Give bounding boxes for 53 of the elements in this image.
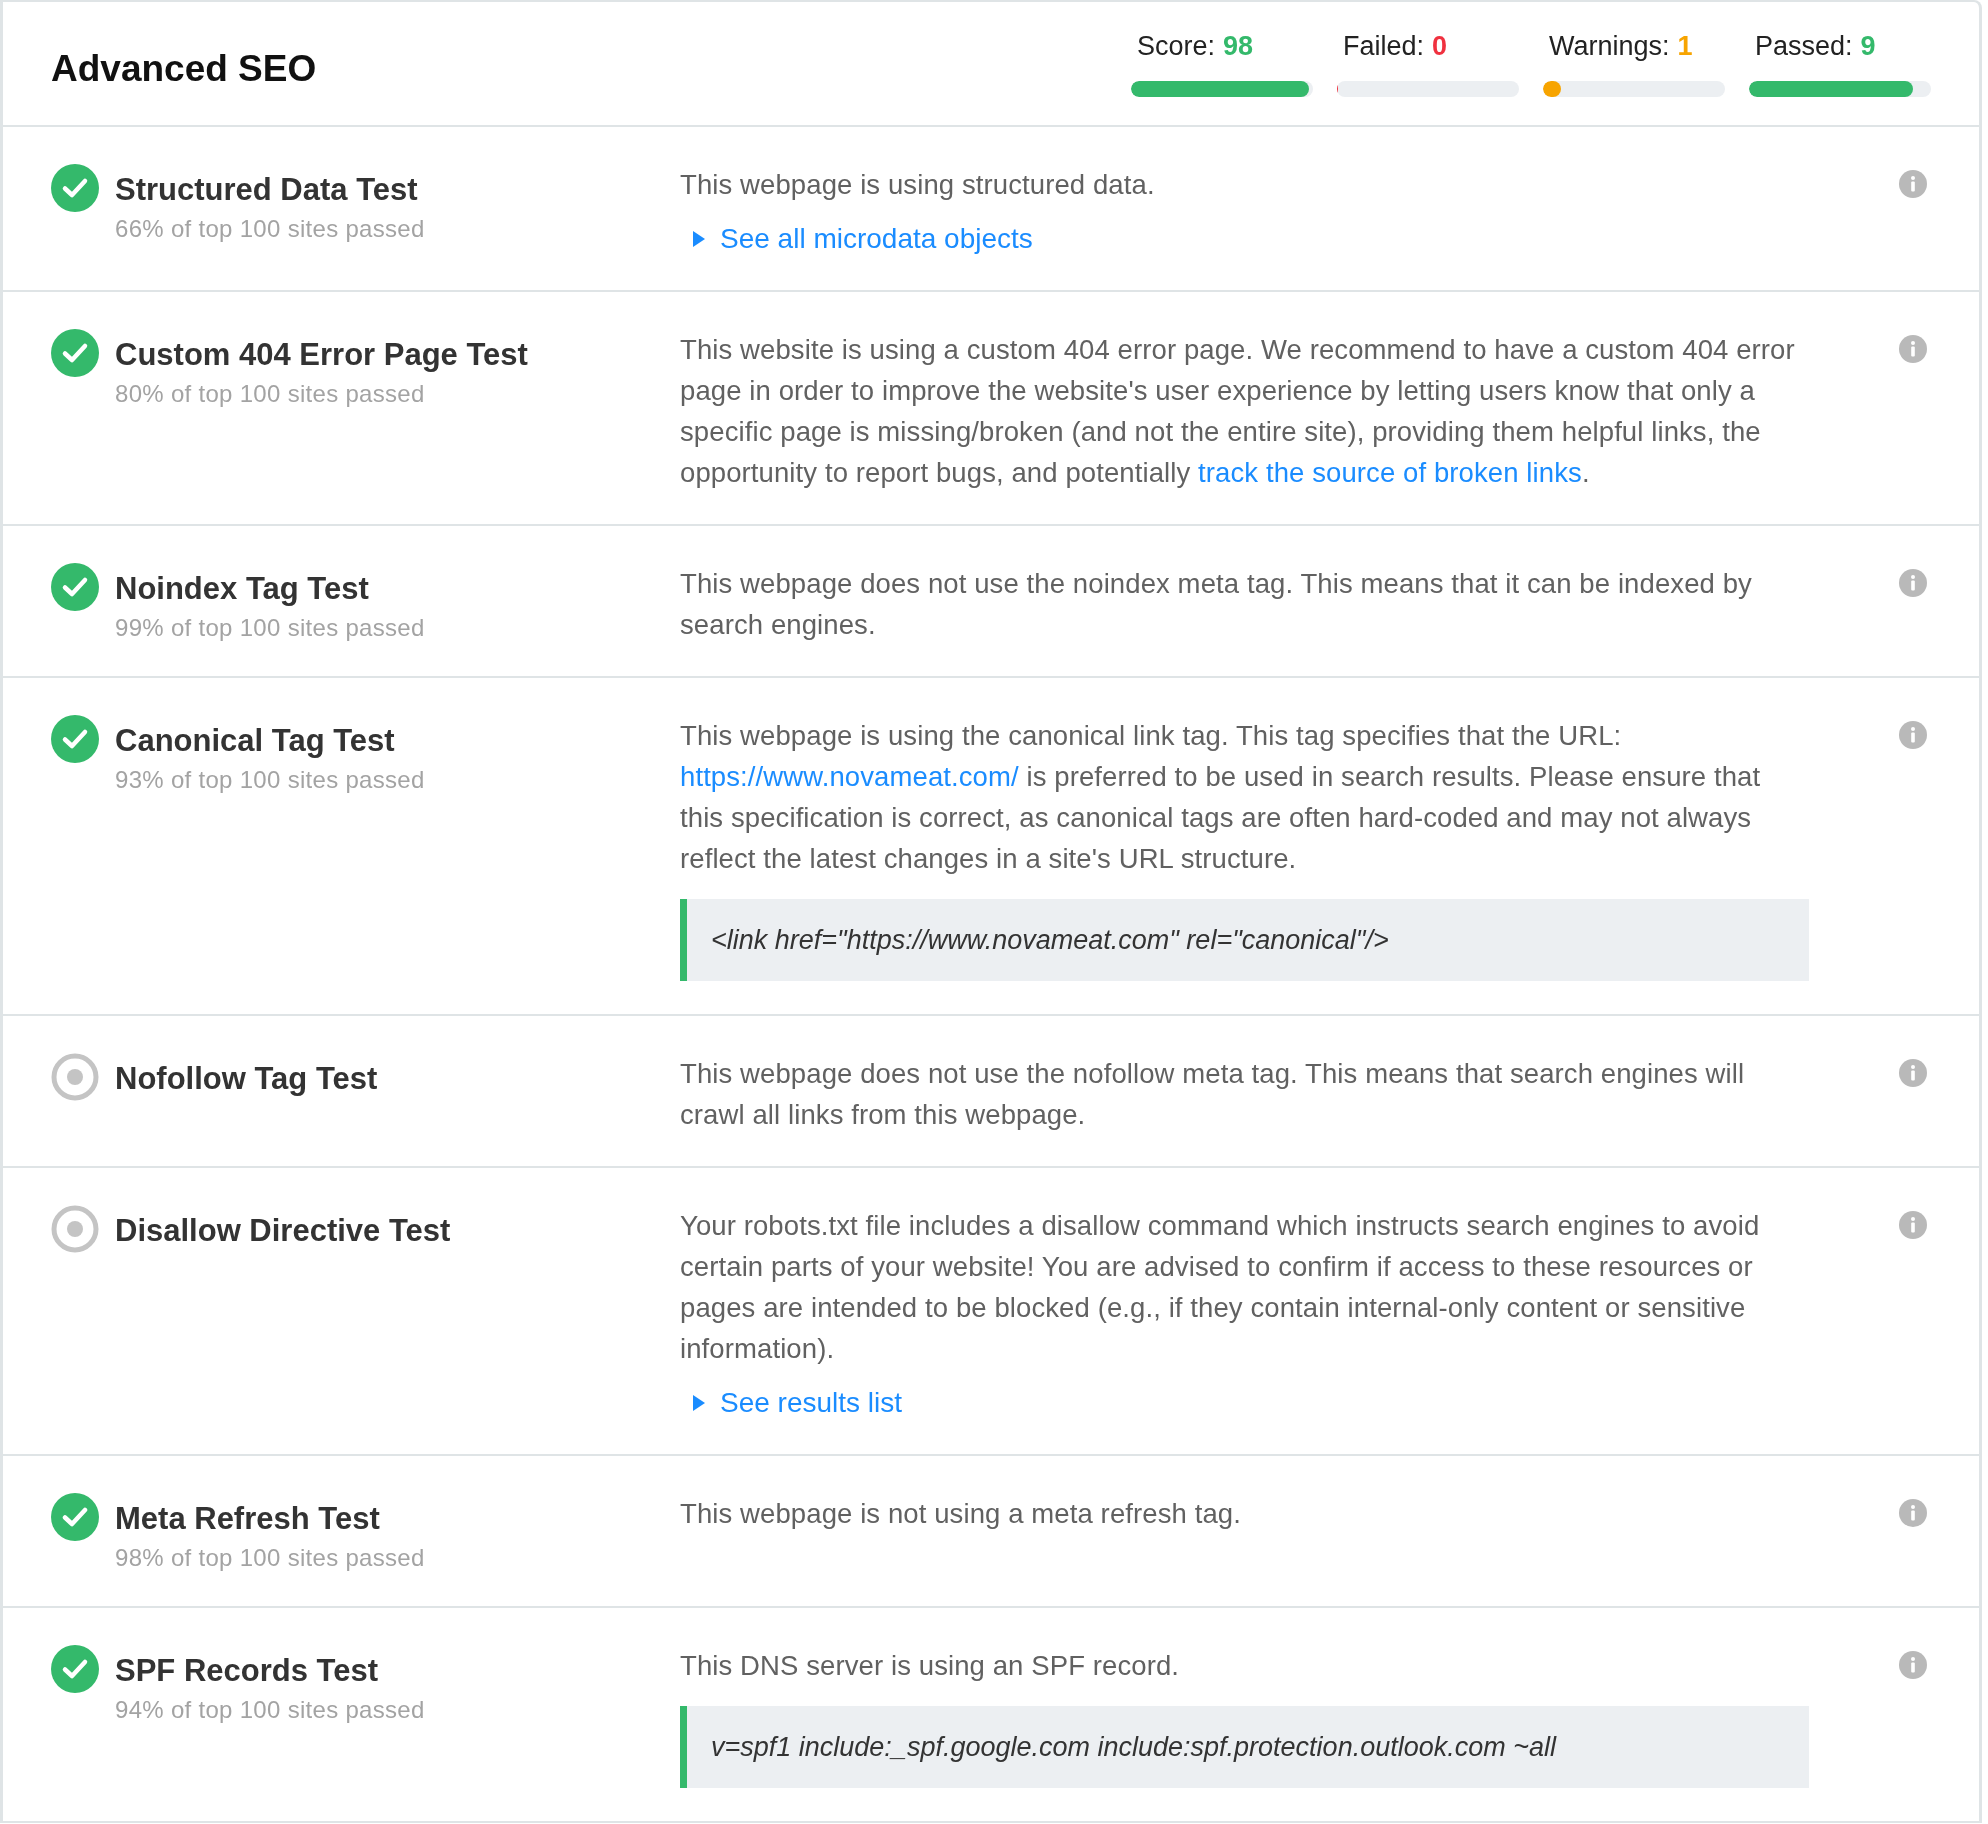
text-link[interactable]: https://www.novameat.com/ xyxy=(680,761,1019,792)
stat-value: 1 xyxy=(1677,30,1693,64)
info-icon[interactable] xyxy=(1899,1211,1927,1239)
test-title: Structured Data Test xyxy=(115,171,419,209)
info-icon[interactable] xyxy=(1899,1059,1927,1087)
test-title: Noindex Tag Test xyxy=(115,570,370,608)
test-title: SPF Records Test xyxy=(115,1652,379,1690)
test-title: Custom 404 Error Page Test xyxy=(115,336,528,374)
check-circle-icon xyxy=(51,1493,99,1541)
stat-label: Failed: xyxy=(1343,30,1425,64)
section-title: Advanced SEO xyxy=(51,46,317,91)
test-description: This webpage is not using a meta refresh tag. xyxy=(680,1497,1242,1531)
text-link[interactable]: track the source of broken links xyxy=(1198,457,1582,488)
test-description: Your robots.txt file includes a disallow command which instructs search engines to avoid certain parts of your website! You are advised to confirm if access to these resources or pages are intended to be blocked (e.g., if they contain internal-only content or sensitive information). xyxy=(680,1209,1761,1366)
info-icon[interactable] xyxy=(1899,1651,1927,1679)
test-description: This webpage is using structured data. xyxy=(680,168,1156,202)
radio-circle-icon xyxy=(51,1053,99,1101)
pass-rate-text: 99% of top 100 sites passed xyxy=(115,613,425,643)
check-circle-icon xyxy=(51,164,99,212)
stat-value: 98 xyxy=(1223,30,1254,64)
test-title: Nofollow Tag Test xyxy=(115,1060,378,1098)
stat-value: 9 xyxy=(1860,30,1876,64)
test-description: This website is using a custom 404 error page. We recommend to have a custom 404 error page in order to improve the website's user experience by letting users know that only a specific page is missing/broken (and not the entire site), providing them helpful links, the opportunity to report bugs, and potentially track the source of broken links. xyxy=(680,333,1796,490)
code-block: v=spf1 include:_spf.google.com include:spf.protection.outlook.com ~all xyxy=(680,1706,1809,1788)
info-icon[interactable] xyxy=(1899,1499,1927,1527)
expand-toggle[interactable]: See all microdata objects xyxy=(680,219,1033,259)
test-description: This webpage is using the canonical link tag. This tag specifies that the URL: https://www.novameat.com/ is preferred to be used in search results. Please ensure that this specification is correct, as canonical tags are often hard-coded and may not always reflect the latest changes in a site's URL structure. xyxy=(680,719,1762,876)
stat-label: Passed: xyxy=(1755,30,1853,64)
test-description: This webpage does not use the noindex meta tag. This means that it can be indexed by search engines. xyxy=(680,567,1753,642)
expand-toggle[interactable]: See results list xyxy=(680,1383,903,1423)
info-icon[interactable] xyxy=(1899,170,1927,198)
test-description: This webpage does not use the nofollow meta tag. This means that search engines will crawl all links from this webpage. xyxy=(680,1057,1746,1132)
test-title: Canonical Tag Test xyxy=(115,722,396,760)
test-title: Meta Refresh Test xyxy=(115,1500,381,1538)
check-circle-icon xyxy=(51,563,99,611)
stat-label: Warnings: xyxy=(1549,30,1670,64)
stat-label: Score: xyxy=(1137,30,1216,64)
check-circle-icon xyxy=(51,715,99,763)
info-icon[interactable] xyxy=(1899,335,1927,363)
test-description: This DNS server is using an SPF record. xyxy=(680,1649,1181,1683)
info-icon[interactable] xyxy=(1899,721,1927,749)
pass-rate-text: 94% of top 100 sites passed xyxy=(115,1695,425,1725)
check-circle-icon xyxy=(51,1645,99,1693)
pass-rate-text: 98% of top 100 sites passed xyxy=(115,1543,425,1573)
stat-value: 0 xyxy=(1432,30,1448,64)
radio-circle-icon xyxy=(51,1205,99,1253)
pass-rate-text: 66% of top 100 sites passed xyxy=(115,214,425,244)
info-icon[interactable] xyxy=(1899,569,1927,597)
test-title: Disallow Directive Test xyxy=(115,1212,451,1250)
pass-rate-text: 93% of top 100 sites passed xyxy=(115,765,425,795)
code-block: <link href="https://www.novameat.com" rel="canonical"/> xyxy=(680,899,1809,981)
pass-rate-text: 80% of top 100 sites passed xyxy=(115,379,426,409)
check-circle-icon xyxy=(51,329,99,377)
